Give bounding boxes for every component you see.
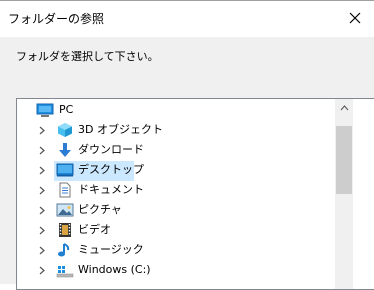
tree-item-pictures[interactable]: ピクチャ [17, 200, 335, 220]
close-icon [349, 12, 361, 24]
pictures-icon [56, 202, 74, 218]
tree-item-desktop[interactable]: デスクトップ [17, 160, 335, 181]
tree-item-windows-c[interactable]: Windows (C:) [17, 260, 335, 280]
chevron-up-icon [340, 104, 348, 110]
tree-item-label: ドキュメント [78, 183, 144, 196]
tree-item-label: ピクチャ [78, 203, 122, 216]
chevron-right-icon[interactable] [37, 245, 47, 255]
download-icon [56, 142, 74, 158]
title-bar: フォルダーの参照 [0, 0, 374, 37]
drive-icon [56, 262, 74, 278]
chevron-right-icon[interactable] [37, 185, 47, 195]
chevron-right-icon[interactable] [37, 265, 47, 275]
chevron-right-icon[interactable] [37, 165, 47, 175]
dialog-body: フォルダを選択して下さい。 PC 3D オブジェクト ダウンロード デスクトップ… [0, 37, 374, 290]
chevron-right-icon[interactable] [37, 145, 47, 155]
chevron-right-icon[interactable] [37, 125, 47, 135]
vertical-scrollbar[interactable] [335, 99, 353, 289]
tree-item-3d-objects[interactable]: 3D オブジェクト [17, 120, 335, 140]
folder-tree[interactable]: PC 3D オブジェクト ダウンロード デスクトップ ドキュメント ピクチャ ビ… [16, 98, 374, 290]
tree-item-label: 3D オブジェクト [78, 123, 163, 136]
tree-item-label: ミュージック [78, 243, 144, 256]
chevron-right-icon[interactable] [37, 205, 47, 215]
music-icon [56, 242, 74, 258]
tree-item-music[interactable]: ミュージック [17, 240, 335, 260]
3d-objects-icon [56, 122, 74, 138]
tree-item-downloads[interactable]: ダウンロード [17, 140, 335, 160]
window-title: フォルダーの参照 [8, 12, 105, 26]
chevron-right-icon[interactable] [37, 225, 47, 235]
tree-item-label: ビデオ [78, 223, 111, 236]
instruction-text: フォルダを選択して下さい。 [16, 50, 159, 63]
desktop-icon [56, 162, 74, 178]
tree-item-videos[interactable]: ビデオ [17, 220, 335, 240]
tree-item-label: Windows (C:) [78, 263, 151, 276]
close-button[interactable] [338, 3, 372, 33]
tree-item-label: PC [59, 103, 74, 116]
tree-item-label: デスクトップ [78, 163, 144, 176]
scroll-up-button[interactable] [335, 99, 353, 116]
tree-item-pc[interactable]: PC [17, 100, 335, 120]
pc-icon [36, 102, 54, 118]
documents-icon [56, 182, 74, 198]
scrollbar-thumb[interactable] [336, 126, 352, 194]
tree-item-documents[interactable]: ドキュメント [17, 180, 335, 200]
tree-item-label: ダウンロード [78, 143, 144, 156]
videos-icon [56, 222, 74, 238]
